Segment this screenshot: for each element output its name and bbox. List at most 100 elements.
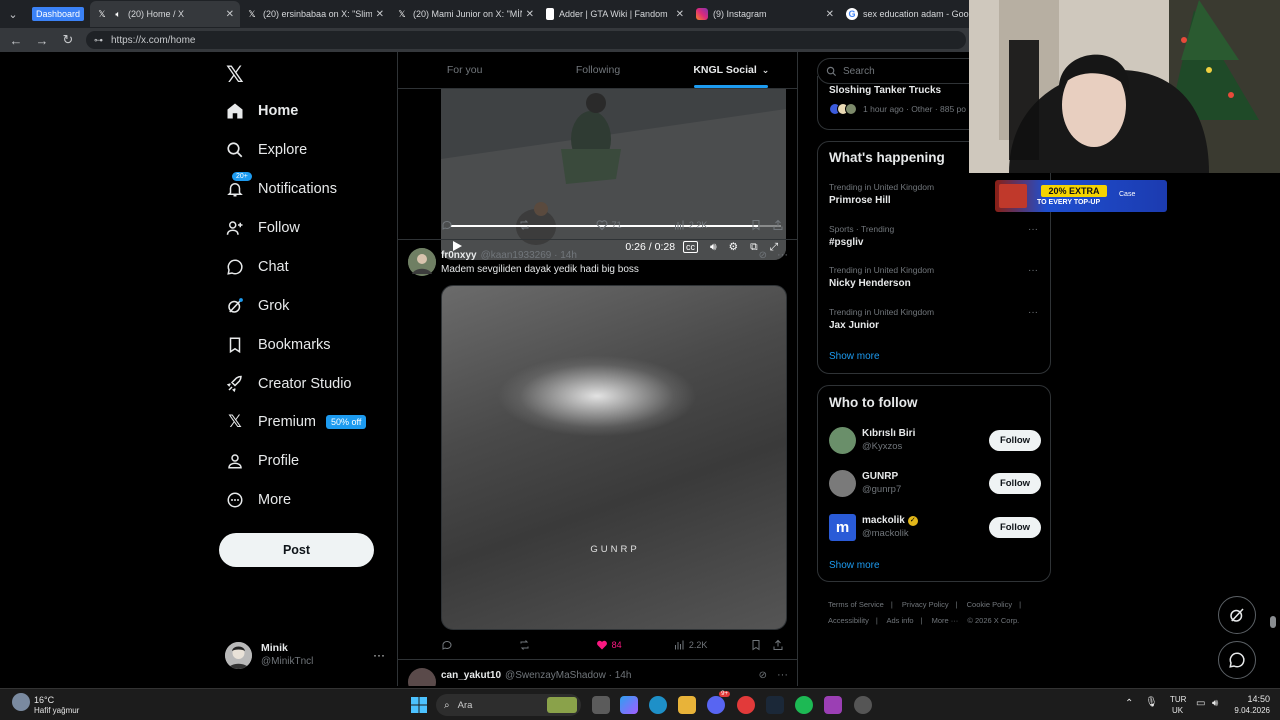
language-primary[interactable]: TUR [1170, 695, 1186, 704]
grok-icon[interactable]: ⊘ [759, 250, 767, 261]
taskbar-search[interactable]: ⌕ Ara [436, 694, 581, 716]
follow-suggestion[interactable]: GUNRP @gunrp7 Follow [829, 468, 1041, 498]
nav-follow[interactable]: Follow [225, 215, 300, 241]
tab-for-you[interactable]: For you [398, 52, 531, 88]
x-logo-icon[interactable]: 𝕏 [226, 62, 244, 88]
file-explorer-icon[interactable] [678, 696, 696, 714]
back-arrow-icon[interactable]: ← [6, 33, 26, 48]
footer-link[interactable]: Cookie Policy [967, 600, 1012, 609]
tweet-author-name[interactable]: fr0nxyy [441, 250, 477, 261]
video-player[interactable]: 0:26 / 0:28 cc 🔊︎ ⚙ ⧉ ⤢ [441, 89, 786, 260]
grok-button[interactable] [1218, 596, 1256, 634]
nav-more[interactable]: More [225, 487, 291, 513]
like-button[interactable]: 71 [596, 219, 673, 231]
reply-button[interactable] [441, 219, 518, 231]
scrollbar-thumb[interactable] [1270, 616, 1276, 628]
close-tab-icon[interactable]: ✕ [226, 9, 234, 20]
chevron-up-icon[interactable]: ⌃ [1125, 698, 1133, 709]
trend-name[interactable]: Jax Junior [829, 320, 879, 331]
close-tab-icon[interactable]: ✕ [376, 9, 384, 20]
trend-name[interactable]: Nicky Henderson [829, 278, 911, 289]
like-button[interactable]: 84 [596, 639, 673, 651]
nav-creator-studio[interactable]: Creator Studio [225, 371, 352, 397]
spotify-icon[interactable] [795, 696, 813, 714]
bookmark-button[interactable] [750, 219, 772, 231]
nav-grok[interactable]: Grok [225, 293, 289, 319]
footer-link[interactable]: Terms of Service [828, 600, 884, 609]
retweet-button[interactable] [518, 219, 595, 231]
tweet-author-name[interactable]: can_yakut10 [441, 670, 501, 681]
browser-tab[interactable]: Adder | GTA Wiki | Fandom ✕ [540, 1, 690, 27]
browser-tab[interactable]: 𝕏 (20) ersinbabaa on X: "Slim-Abi ✕ [240, 1, 390, 27]
browser-tab[interactable]: 𝕏 🔈︎ (20) Home / X ✕ [90, 1, 241, 27]
ellipsis-icon[interactable]: ··· [1028, 307, 1038, 318]
tab-kngl-social[interactable]: KNGL Social ⌄ [665, 52, 797, 88]
app-icon[interactable] [737, 696, 755, 714]
discord-icon[interactable]: 9+ [707, 691, 730, 714]
follow-button[interactable]: Follow [989, 516, 1041, 538]
promo-banner[interactable]: 20% EXTRA TO EVERY TOP-UP Case [995, 180, 1167, 212]
messages-button[interactable] [1218, 641, 1256, 679]
close-tab-icon[interactable]: ✕ [526, 9, 534, 20]
follow-button[interactable]: Follow [989, 472, 1041, 494]
nav-profile[interactable]: Profile [225, 448, 299, 474]
site-info-icon[interactable]: ⊶ [94, 35, 103, 46]
forward-arrow-icon[interactable]: → [32, 33, 52, 48]
browser-tab[interactable]: G sex education adam - Google'd [840, 1, 975, 27]
show-more-link[interactable]: Show more [829, 560, 880, 571]
network-icon[interactable]: ▭ [1196, 698, 1205, 709]
video-player[interactable]: GUNRP [441, 285, 787, 630]
start-windows-icon[interactable] [411, 697, 427, 718]
browser-tab[interactable]: (9) Instagram ✕ [690, 1, 840, 27]
follow-suggestion[interactable]: Kıbrıslı Biri @Kyxzos Follow [829, 425, 1041, 455]
grok-icon[interactable]: ⊘ [759, 670, 767, 681]
close-tab-icon[interactable]: ✕ [826, 9, 834, 20]
close-tab-icon[interactable]: ✕ [676, 9, 684, 20]
footer-link[interactable]: Ads info [886, 616, 913, 625]
tab-search-chevron-icon[interactable]: ⌄ [2, 3, 24, 25]
url-field[interactable]: ⊶ https://x.com/home [86, 31, 966, 49]
views-button[interactable]: 2.2K [673, 639, 750, 651]
clock-time[interactable]: 14:50 [1234, 694, 1270, 704]
dashboard-label[interactable]: Dashboard [32, 7, 85, 21]
reload-icon[interactable]: ↻ [58, 32, 78, 48]
copilot-icon[interactable] [620, 696, 638, 714]
bookmark-button[interactable] [750, 639, 772, 651]
task-view-icon[interactable] [592, 696, 610, 714]
weather-temp[interactable]: 16°C [34, 695, 54, 705]
app-icon[interactable] [824, 696, 842, 714]
post-button[interactable]: Post [219, 533, 374, 567]
follow-suggestion[interactable]: m mackolik ✓ @mackolik Follow [829, 512, 1041, 542]
edge-icon[interactable] [649, 696, 667, 714]
footer-link[interactable]: Privacy Policy [902, 600, 949, 609]
reply-button[interactable] [441, 639, 518, 651]
nav-explore[interactable]: Explore [225, 137, 307, 163]
nav-notifications[interactable]: 20+ Notifications [225, 172, 337, 202]
footer-link[interactable]: More ··· [932, 616, 959, 625]
ellipsis-icon[interactable]: ··· [1028, 265, 1038, 276]
nav-bookmarks[interactable]: Bookmarks [225, 332, 331, 358]
tab-following[interactable]: Following [531, 52, 664, 88]
views-button[interactable]: 2.2K [673, 219, 750, 231]
browser-tab[interactable]: 𝕏 (20) Mami Junior on X: "MİNİKT ✕ [390, 1, 540, 27]
ellipsis-icon[interactable]: ··· [1028, 224, 1038, 235]
ellipsis-icon[interactable]: ··· [777, 669, 788, 681]
trend-name[interactable]: Primrose Hill [829, 195, 891, 206]
retweet-button[interactable] [518, 639, 595, 651]
show-more-link[interactable]: Show more [829, 351, 880, 362]
nav-home[interactable]: Home [225, 98, 298, 124]
avatar[interactable] [408, 668, 436, 686]
share-button[interactable] [772, 219, 788, 231]
share-button[interactable] [772, 639, 788, 651]
nav-premium[interactable]: 𝕏 Premium 50% off [225, 409, 367, 435]
follow-button[interactable]: Follow [989, 429, 1041, 451]
trend-name[interactable]: #psgliv [829, 237, 863, 248]
microphone-icon[interactable]: 🎙︎ [1145, 697, 1158, 708]
ellipsis-icon[interactable]: ··· [373, 648, 385, 662]
avatar[interactable] [408, 248, 436, 276]
obs-icon[interactable] [854, 696, 872, 714]
steam-icon[interactable] [766, 696, 784, 714]
nav-chat[interactable]: Chat [225, 254, 289, 280]
ellipsis-icon[interactable]: ··· [777, 249, 788, 261]
volume-icon[interactable]: 🔊︎ [1212, 698, 1218, 709]
